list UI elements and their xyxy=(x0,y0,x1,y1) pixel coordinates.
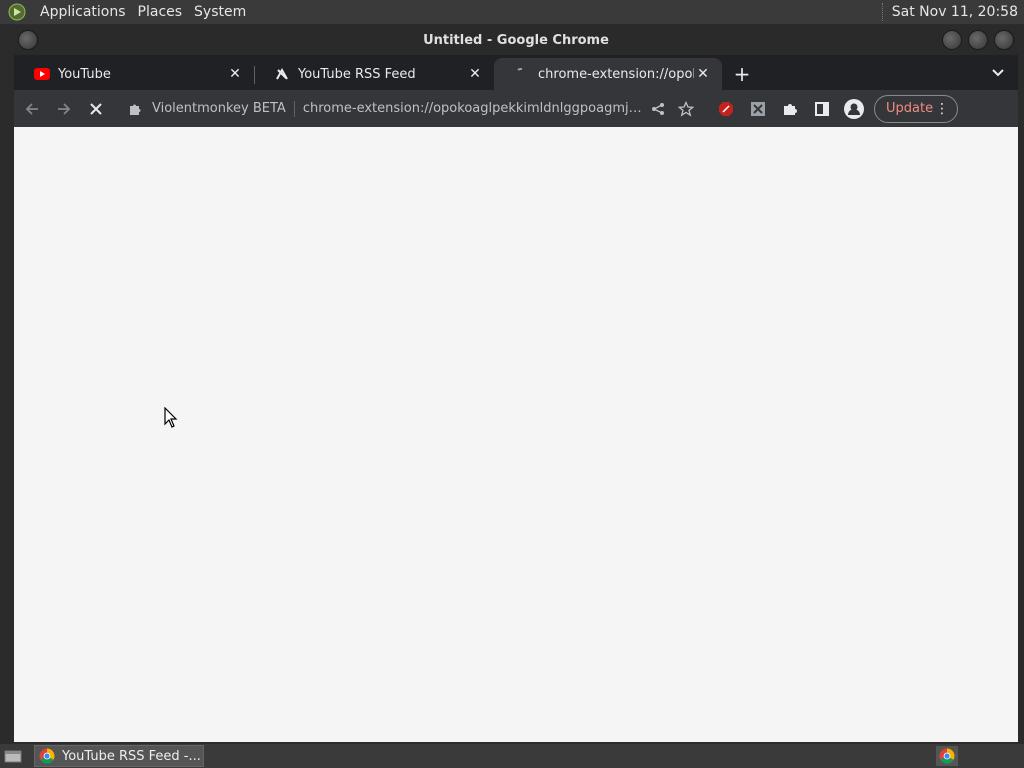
side-panel-icon[interactable] xyxy=(808,95,836,123)
forward-arrow-icon[interactable] xyxy=(50,95,78,123)
window-titlebar[interactable]: Untitled - Google Chrome xyxy=(14,26,1018,55)
close-icon[interactable]: ✕ xyxy=(466,65,484,83)
url-text[interactable]: chrome-extension://opokoaglpekkimldnlggp… xyxy=(303,101,642,116)
tab-chrome-extension[interactable]: chrome-extension://opokoagl ✕ xyxy=(494,58,722,90)
browser-window: Untitled - Google Chrome YouTube ✕ YouTu… xyxy=(14,26,1018,742)
tab-youtube[interactable]: YouTube ✕ xyxy=(14,58,255,90)
loading-icon xyxy=(514,66,530,82)
places-menu[interactable]: Places xyxy=(138,4,183,20)
bookmark-star-icon[interactable] xyxy=(674,97,698,121)
bottom-panel: YouTube RSS Feed -... xyxy=(0,744,1024,768)
back-arrow-icon[interactable] xyxy=(18,95,46,123)
youtube-icon xyxy=(34,66,50,82)
panel-separator xyxy=(881,3,884,21)
clock[interactable]: Sat Nov 11, 20:58 xyxy=(892,4,1018,20)
tab-title: YouTube xyxy=(58,66,111,82)
mouse-cursor-icon xyxy=(164,406,178,432)
system-menu[interactable]: System xyxy=(194,4,246,20)
minimize-button[interactable] xyxy=(942,30,962,50)
extensions-puzzle-icon[interactable] xyxy=(776,95,804,123)
chrome-tray-icon[interactable] xyxy=(936,746,958,766)
show-desktop-icon[interactable] xyxy=(2,746,24,766)
taskbar-item-chrome[interactable]: YouTube RSS Feed -... xyxy=(34,745,204,767)
new-tab-button[interactable]: + xyxy=(726,58,758,90)
window-menu-button[interactable] xyxy=(18,30,38,50)
puzzle-icon xyxy=(128,101,144,117)
address-bar[interactable]: Violentmonkey BETA chrome-extension://op… xyxy=(118,93,698,124)
more-vert-icon[interactable]: ⋮ xyxy=(935,102,949,116)
top-panel: Applications Places System Sat Nov 11, 2… xyxy=(0,0,1024,24)
tab-title: chrome-extension://opokoagl xyxy=(538,66,694,82)
close-icon[interactable]: ✕ xyxy=(694,65,712,83)
applications-menu[interactable]: Applications xyxy=(40,4,126,20)
window-title: Untitled - Google Chrome xyxy=(423,33,609,48)
extension-icon[interactable] xyxy=(744,95,772,123)
page-content[interactable] xyxy=(14,127,1018,742)
update-label: Update xyxy=(886,101,934,116)
chrome-icon xyxy=(39,748,55,764)
tab-strip: YouTube ✕ YouTube RSS Feed ✕ chrome-exte… xyxy=(14,55,1018,90)
browser-toolbar: Violentmonkey BETA chrome-extension://op… xyxy=(14,90,1018,127)
tab-youtube-rss-feed[interactable]: YouTube RSS Feed ✕ xyxy=(254,58,494,90)
chevron-down-icon[interactable] xyxy=(988,63,1008,83)
distro-logo-icon[interactable] xyxy=(6,1,28,23)
site-name: Violentmonkey BETA xyxy=(152,101,286,116)
profile-avatar-icon[interactable] xyxy=(840,95,868,123)
task-label: YouTube RSS Feed -... xyxy=(62,748,201,764)
tab-title: YouTube RSS Feed xyxy=(298,66,416,82)
update-button[interactable]: Update ⋮ xyxy=(874,94,958,123)
rss-feed-icon xyxy=(274,66,290,82)
adblock-extension-icon[interactable] xyxy=(712,95,740,123)
close-window-button[interactable] xyxy=(994,30,1014,50)
share-icon[interactable] xyxy=(646,97,670,121)
close-icon[interactable]: ✕ xyxy=(226,65,244,83)
maximize-button[interactable] xyxy=(968,30,988,50)
stop-loading-icon[interactable] xyxy=(82,95,110,123)
